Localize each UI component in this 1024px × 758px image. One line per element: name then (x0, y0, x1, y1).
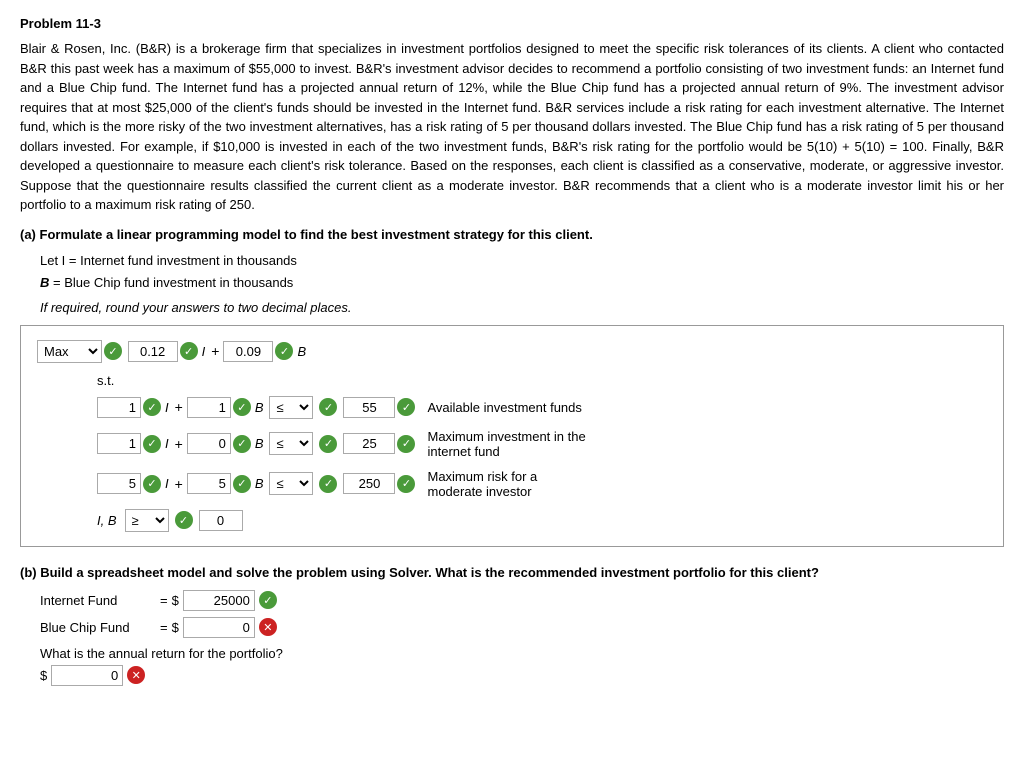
constraint-row-2: ✓ I + ✓ B ≤≥= ✓ ✓ Maximum investment in … (97, 429, 987, 459)
internet-fund-input[interactable] (183, 590, 255, 611)
blue-chip-fund-row: Blue Chip Fund = $ ✕ (40, 617, 1004, 638)
part-b-section: (b) Build a spreadsheet model and solve … (20, 565, 1004, 686)
c1-check-rhs: ✓ (397, 398, 415, 416)
c1-coeff-I[interactable] (97, 397, 141, 418)
nonnegativity-check: ✓ (175, 511, 193, 529)
c2-coeff-I[interactable] (97, 433, 141, 454)
coeff-I-obj[interactable] (128, 341, 178, 362)
c1-check-B: ✓ (233, 398, 251, 416)
dollar-sign-1: $ (172, 593, 179, 608)
nonnegativity-rhs[interactable] (199, 510, 243, 531)
c1-operator[interactable]: ≤≥= (269, 396, 313, 419)
round-note: If required, round your answers to two d… (40, 300, 1004, 315)
let-B-text: B = Blue Chip fund investment in thousan… (40, 272, 1004, 294)
annual-return-check: ✕ (127, 666, 145, 684)
problem-title: Problem 11-3 (20, 16, 1004, 31)
blue-chip-check: ✕ (259, 618, 277, 636)
check-obj: ✓ (104, 342, 122, 360)
c1-label: Available investment funds (427, 400, 581, 415)
c1-coeff-B[interactable] (187, 397, 231, 418)
nonnegativity-vars: I, B (97, 513, 117, 528)
c2-check-rhs: ✓ (397, 435, 415, 453)
c2-rhs[interactable] (343, 433, 395, 454)
nonnegativity-row: I, B ≥≤= ✓ (97, 509, 987, 532)
equals-sign-2: = (160, 620, 168, 635)
c3-operator[interactable]: ≤≥= (269, 472, 313, 495)
coeff-B-obj[interactable] (223, 341, 273, 362)
c3-coeff-B[interactable] (187, 473, 231, 494)
constraint-row-3: ✓ I + ✓ B ≤≥= ✓ ✓ Maximum risk for amode… (97, 469, 987, 499)
objective-row: Max Min ✓ ✓ I + ✓ B (37, 340, 987, 363)
dollar-sign-2: $ (172, 620, 179, 635)
part-a-label: (a) Formulate a linear programming model… (20, 227, 1004, 242)
annual-return-row: $ ✕ (40, 665, 1004, 686)
nonnegativity-operator[interactable]: ≥≤= (125, 509, 169, 532)
c1-rhs[interactable] (343, 397, 395, 418)
objective-direction-select[interactable]: Max Min (37, 340, 102, 363)
c3-coeff-I[interactable] (97, 473, 141, 494)
equals-sign-1: = (160, 593, 168, 608)
c2-check-op: ✓ (319, 435, 337, 453)
c2-label: Maximum investment in theinternet fund (427, 429, 585, 459)
blue-chip-input[interactable] (183, 617, 255, 638)
c2-coeff-B[interactable] (187, 433, 231, 454)
part-b-label: (b) Build a spreadsheet model and solve … (20, 565, 1004, 580)
c2-operator[interactable]: ≤≥= (269, 432, 313, 455)
c3-label: Maximum risk for amoderate investor (427, 469, 537, 499)
c3-check-I: ✓ (143, 475, 161, 493)
internet-fund-check: ✓ (259, 591, 277, 609)
c2-check-B: ✓ (233, 435, 251, 453)
c3-rhs[interactable] (343, 473, 395, 494)
c3-check-B: ✓ (233, 475, 251, 493)
problem-body: Blair & Rosen, Inc. (B&R) is a brokerage… (20, 39, 1004, 215)
constraint-row-1: ✓ I + ✓ B ≤≥= ✓ ✓ Available investment f… (97, 396, 987, 419)
let-I-text: Let I = Internet fund investment in thou… (40, 250, 1004, 272)
check-I-obj: ✓ (180, 342, 198, 360)
annual-return-input[interactable] (51, 665, 123, 686)
c1-check-op: ✓ (319, 398, 337, 416)
c2-check-I: ✓ (143, 435, 161, 453)
st-label: s.t. (97, 373, 987, 388)
annual-return-label: What is the annual return for the portfo… (40, 646, 1004, 661)
blue-chip-label: Blue Chip Fund (40, 620, 160, 635)
c3-check-rhs: ✓ (397, 475, 415, 493)
dollar-sign-3: $ (40, 668, 47, 683)
c1-check-I: ✓ (143, 398, 161, 416)
internet-fund-row: Internet Fund = $ ✓ (40, 590, 1004, 611)
c3-check-op: ✓ (319, 475, 337, 493)
internet-fund-label: Internet Fund (40, 593, 160, 608)
lp-model-box: Max Min ✓ ✓ I + ✓ B s.t. ✓ I + ✓ B ≤≥= ✓… (20, 325, 1004, 547)
check-B-obj: ✓ (275, 342, 293, 360)
